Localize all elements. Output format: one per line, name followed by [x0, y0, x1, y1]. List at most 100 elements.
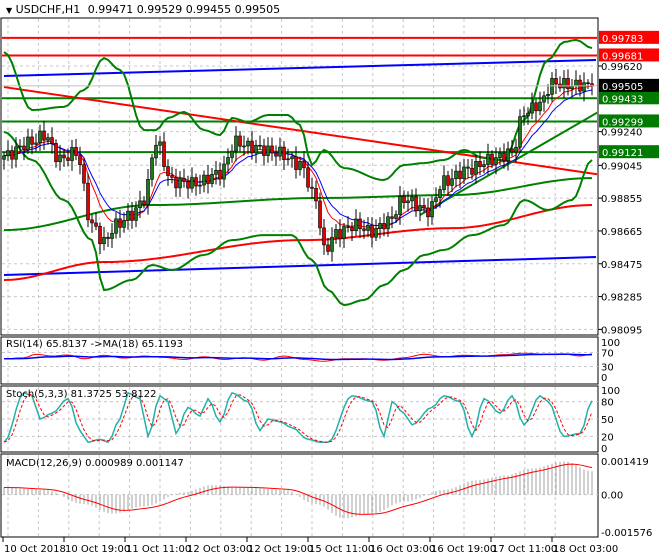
- bearish-candle: [390, 216, 394, 219]
- bearish-candle: [458, 170, 462, 179]
- bearish-candle: [294, 156, 298, 170]
- blue-lower-channel-line: [3, 256, 597, 276]
- x-tick-label: 17 Oct 11:00: [492, 544, 557, 555]
- bullish-candle: [138, 200, 142, 209]
- bearish-candle: [186, 181, 190, 189]
- bearish-candle: [466, 166, 470, 169]
- x-tick-label: 18 Oct 03:00: [553, 544, 618, 555]
- x-tick-label: 12 Oct 19:00: [248, 544, 313, 555]
- bearish-candle: [270, 145, 274, 154]
- price-level-tag: 0.99299: [602, 117, 643, 128]
- rsi-panel: [2, 352, 598, 367]
- y-tick-label: 0.98665: [601, 227, 642, 238]
- bullish-candle: [266, 145, 270, 156]
- macd-tick-label: 0.001419: [601, 457, 649, 468]
- bearish-candle: [306, 167, 310, 188]
- bearish-candle: [50, 137, 54, 144]
- bullish-candle: [410, 196, 414, 202]
- bullish-candle: [450, 178, 454, 186]
- bullish-candle: [442, 175, 446, 190]
- stoch-tick-label: 0: [601, 444, 607, 455]
- bearish-candle: [274, 152, 278, 157]
- bullish-candle: [418, 205, 422, 212]
- bullish-candle: [158, 141, 162, 146]
- bearish-candle: [262, 145, 266, 156]
- bullish-candle: [230, 150, 234, 158]
- rsi-tick-label: 30: [601, 363, 614, 374]
- bullish-candle: [398, 195, 402, 215]
- y-tick-label: 0.98285: [601, 293, 642, 304]
- bullish-candle: [454, 170, 458, 180]
- bearish-candle: [170, 175, 174, 178]
- bearish-candle: [130, 210, 134, 221]
- rsi-tick-label: 100: [601, 338, 620, 349]
- chart-window: 10 Oct 2018 10 Oct 19:00 11 Oct 11:00 12 Oc…: [0, 0, 660, 560]
- rsi-tick-label: 0: [601, 373, 607, 384]
- bullish-candle: [406, 200, 410, 204]
- bullish-candle: [430, 201, 434, 218]
- ohlc-values: 0.99471 0.99529 0.99455 0.99505: [87, 3, 281, 16]
- bullish-candle: [386, 216, 390, 230]
- bearish-candle: [54, 143, 58, 163]
- bullish-candle: [6, 150, 10, 157]
- bullish-candle: [290, 156, 294, 160]
- bullish-candle: [394, 214, 398, 219]
- bullish-candle: [114, 218, 118, 234]
- bullish-candle: [210, 174, 214, 184]
- dropdown-triangle-icon[interactable]: ▼: [6, 6, 12, 15]
- bullish-candle: [58, 154, 62, 163]
- bullish-candle: [70, 147, 74, 161]
- bearish-candle: [218, 169, 222, 180]
- bullish-candle: [514, 146, 518, 153]
- bearish-candle: [90, 219, 94, 224]
- bullish-candle: [434, 197, 438, 202]
- rsi-tick-label: 70: [601, 349, 614, 360]
- bullish-candle: [102, 236, 106, 245]
- blue-upper-channel-line: [3, 58, 597, 78]
- bullish-candle: [222, 163, 226, 180]
- bullish-candle: [286, 158, 290, 161]
- bullish-candle: [246, 140, 250, 147]
- bullish-candle: [126, 210, 130, 221]
- bullish-candle: [438, 189, 442, 198]
- bearish-candle: [94, 222, 98, 227]
- bearish-candle: [314, 188, 318, 202]
- bullish-candle: [354, 218, 358, 231]
- bullish-candle: [242, 145, 246, 148]
- bearish-candle: [382, 223, 386, 230]
- bearish-candle: [22, 145, 26, 151]
- bullish-candle: [482, 164, 486, 167]
- bearish-candle: [446, 175, 450, 186]
- bullish-candle: [562, 78, 566, 89]
- bearish-candle: [402, 195, 406, 204]
- bullish-candle: [518, 116, 522, 148]
- bullish-candle: [538, 101, 542, 112]
- bearish-candle: [302, 160, 306, 169]
- bullish-candle: [378, 223, 382, 229]
- bearish-candle: [370, 224, 374, 238]
- bearish-candle: [258, 144, 262, 147]
- stoch-panel: [2, 391, 598, 444]
- bearish-candle: [74, 147, 78, 156]
- bullish-candle: [202, 174, 206, 186]
- bullish-candle: [150, 157, 154, 180]
- bullish-candle: [178, 178, 182, 189]
- bearish-candle: [66, 157, 70, 161]
- bearish-candle: [310, 186, 314, 189]
- bullish-candle: [226, 157, 230, 165]
- bearish-candle: [106, 236, 110, 239]
- x-tick-label: 12 Oct 03:00: [187, 544, 252, 555]
- bullish-candle: [374, 228, 378, 238]
- bearish-candle: [10, 150, 14, 160]
- x-tick-label: 10 Oct 2018: [4, 544, 66, 555]
- bearish-candle: [282, 146, 286, 160]
- macd-tick-label: 0.00: [601, 491, 623, 502]
- price-chart[interactable]: 10 Oct 2018 10 Oct 19:0011 Oct 11:0012 Oc…: [0, 0, 660, 560]
- bullish-candle: [146, 179, 150, 205]
- bearish-candle: [182, 178, 186, 182]
- bullish-candle: [154, 144, 158, 159]
- rsi-label: RSI(14) 65.8137 ->MA(18) 65.1193: [6, 339, 183, 350]
- bullish-candle: [530, 102, 534, 114]
- bearish-candle: [166, 166, 170, 176]
- bullish-candle: [462, 166, 466, 179]
